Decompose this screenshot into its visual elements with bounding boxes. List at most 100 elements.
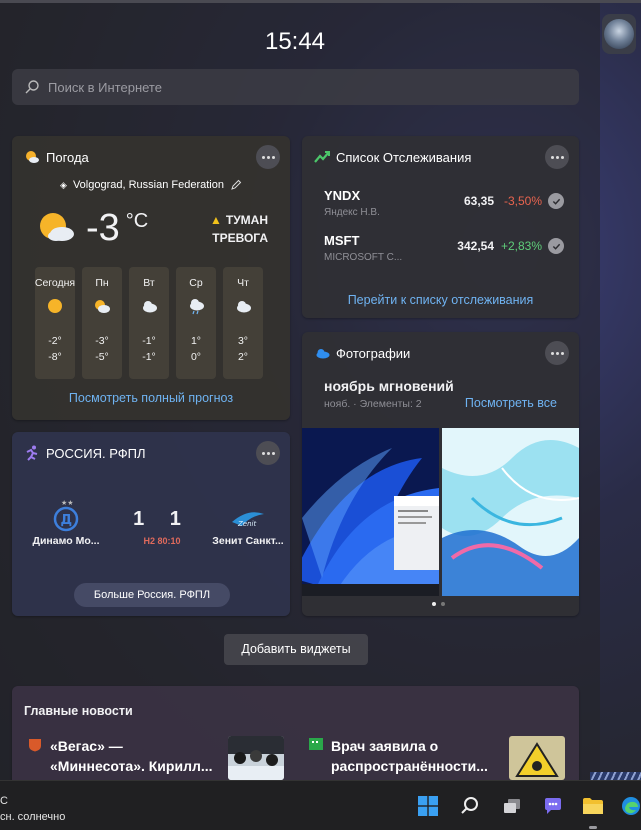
stock-price: 342,54 (457, 239, 494, 253)
taskbar-weather-text: сн. солнечно (0, 811, 66, 823)
check-icon[interactable] (548, 193, 564, 209)
chat-button[interactable] (538, 791, 568, 821)
forecast-day[interactable]: Чт 3° 2° (223, 267, 263, 379)
windows-logo-icon (418, 796, 438, 816)
photos-title: Фотографии (336, 345, 411, 361)
top-news-widget[interactable]: Главные новости «Вегас» — «Миннесота». К… (12, 686, 579, 786)
running-icon (24, 445, 40, 461)
weather-location[interactable]: ◈ Volgograd, Russian Federation (12, 179, 290, 191)
sport-widget[interactable]: РОССИЯ. РФПЛ ★★ Д Динамо Мо... 1 1 H2 80… (12, 432, 290, 616)
news-item[interactable]: «Вегас» — «Миннесота». Кирилл... (28, 736, 288, 786)
weather-alert[interactable]: ▲ ТУМАН ТРЕВОГА (210, 211, 268, 247)
photos-widget[interactable]: Фотографии ноябрь мгновений нояб. · Элем… (302, 332, 579, 616)
windows-bloom-wallpaper (302, 428, 439, 596)
match-time: H2 80:10 (143, 536, 181, 546)
temperature-unit: °C (125, 210, 149, 232)
news-thumbnail (228, 736, 284, 780)
news-headline: Врач заявила о распространённости... (331, 736, 488, 776)
watchlist-more-button[interactable] (545, 145, 569, 169)
svg-text:Zenit: Zenit (237, 520, 256, 528)
news-headline: «Вегас» — «Миннесота». Кирилл... (50, 736, 213, 776)
abstract-wallpaper (442, 428, 579, 596)
photos-more-button[interactable] (545, 341, 569, 365)
stock-name: Яндекс Н.В. (324, 207, 380, 218)
watchlist-title: Список Отслеживания (336, 149, 472, 165)
file-explorer-button[interactable] (578, 791, 608, 821)
avatar[interactable] (602, 14, 636, 54)
taskbar-search-button[interactable] (455, 791, 485, 821)
sport-header: РОССИЯ. РФПЛ (24, 445, 146, 461)
weather-more-button[interactable] (256, 145, 280, 169)
photo-thumbnail[interactable] (442, 428, 579, 596)
day-high: 3° (237, 335, 249, 347)
edge-browser-button[interactable] (616, 791, 641, 821)
day-high: 1° (190, 335, 202, 347)
day-name: Сегодня (34, 277, 76, 289)
taskbar-weather-temp: С (0, 795, 8, 807)
stock-chart-icon (314, 149, 330, 165)
stock-row[interactable]: MSFT MICROSOFT C... 342,54 +2,83% (324, 233, 564, 269)
news-title: Главные новости (24, 704, 133, 718)
news-item[interactable]: Врач заявила о распространённости... (309, 736, 569, 786)
photo-thumbnail[interactable] (302, 428, 439, 596)
forecast-day[interactable]: Сегодня -2° -8° (35, 267, 75, 379)
cloud-icon (234, 297, 252, 315)
more-league-button[interactable]: Больше Россия. РФПЛ (74, 583, 230, 607)
match-score: 1 1 (133, 508, 191, 530)
forecast-day[interactable]: Ср 1° 0° (176, 267, 216, 379)
task-view-button[interactable] (497, 791, 527, 821)
svg-text:Д: Д (61, 513, 73, 528)
weather-app-icon (24, 149, 40, 165)
partly-cloudy-icon (93, 297, 111, 315)
warning-icon: ▲ (209, 213, 222, 227)
photos-header: Фотографии (314, 345, 410, 361)
weather-header: Погода (24, 149, 89, 165)
edge-icon (622, 797, 640, 815)
task-view-icon (504, 799, 520, 813)
taskbar: С сн. солнечно (0, 780, 641, 830)
stock-row[interactable]: YNDX Яндекс Н.В. 63,35 -3,50% (324, 188, 564, 224)
edit-pencil-icon[interactable] (230, 179, 242, 191)
forecast-day[interactable]: Пн -3° -5° (82, 267, 122, 379)
weather-title: Погода (46, 149, 89, 165)
see-all-link[interactable]: Посмотреть все (465, 396, 557, 410)
day-name: Пн (95, 277, 109, 289)
start-button[interactable] (413, 791, 443, 821)
taskbar-weather[interactable]: С сн. солнечно (0, 793, 65, 825)
news-source-icon (28, 738, 42, 752)
away-team[interactable]: Zenit Зенит Санкт... (204, 504, 292, 547)
headline-line: Врач заявила о (331, 738, 439, 754)
day-high: -1° (142, 335, 156, 347)
stock-symbol: YNDX (324, 188, 361, 203)
day-high: -2° (48, 335, 62, 347)
home-team[interactable]: ★★ Д Динамо Мо... (22, 498, 110, 547)
search-input[interactable]: Поиск в Интернете (12, 69, 579, 105)
stock-symbol: MSFT (324, 233, 360, 248)
day-low: 0° (190, 351, 202, 363)
full-forecast-link[interactable]: Посмотреть полный прогноз (12, 391, 290, 405)
forecast-day[interactable]: Вт -1° -1° (129, 267, 169, 379)
weather-widget[interactable]: Погода ◈ Volgograd, Russian Federation -… (12, 136, 290, 420)
alert-line-1: ТУМАН (225, 213, 268, 227)
day-name: Чт (237, 277, 249, 289)
current-temperature: -3 (86, 207, 120, 249)
day-high: -3° (95, 335, 109, 347)
check-icon[interactable] (548, 238, 564, 254)
dynamo-logo-icon: ★★ Д (53, 499, 79, 532)
sport-title: РОССИЯ. РФПЛ (46, 445, 146, 461)
forecast-days: Сегодня -2° -8° Пн -3° -5° Вт -1° -1° Ср… (35, 267, 263, 379)
svg-text:★★: ★★ (61, 499, 74, 507)
sport-more-button[interactable] (256, 441, 280, 465)
news-thumbnail (509, 736, 565, 780)
watchlist-header: Список Отслеживания (314, 149, 471, 165)
away-team-name: Зенит Санкт... (212, 535, 284, 547)
watchlist-link[interactable]: Перейти к списку отслеживания (302, 293, 579, 307)
rain-cloud-icon (187, 297, 205, 315)
day-name: Ср (189, 277, 203, 289)
search-icon (25, 80, 39, 94)
alert-line-2: ТРЕВОГА (212, 231, 268, 245)
watchlist-widget[interactable]: Список Отслеживания YNDX Яндекс Н.В. 63,… (302, 136, 579, 318)
weather-location-label: Volgograd, Russian Federation (72, 179, 224, 191)
add-widgets-button[interactable]: Добавить виджеты (224, 634, 368, 665)
carousel-dots[interactable] (432, 602, 445, 606)
